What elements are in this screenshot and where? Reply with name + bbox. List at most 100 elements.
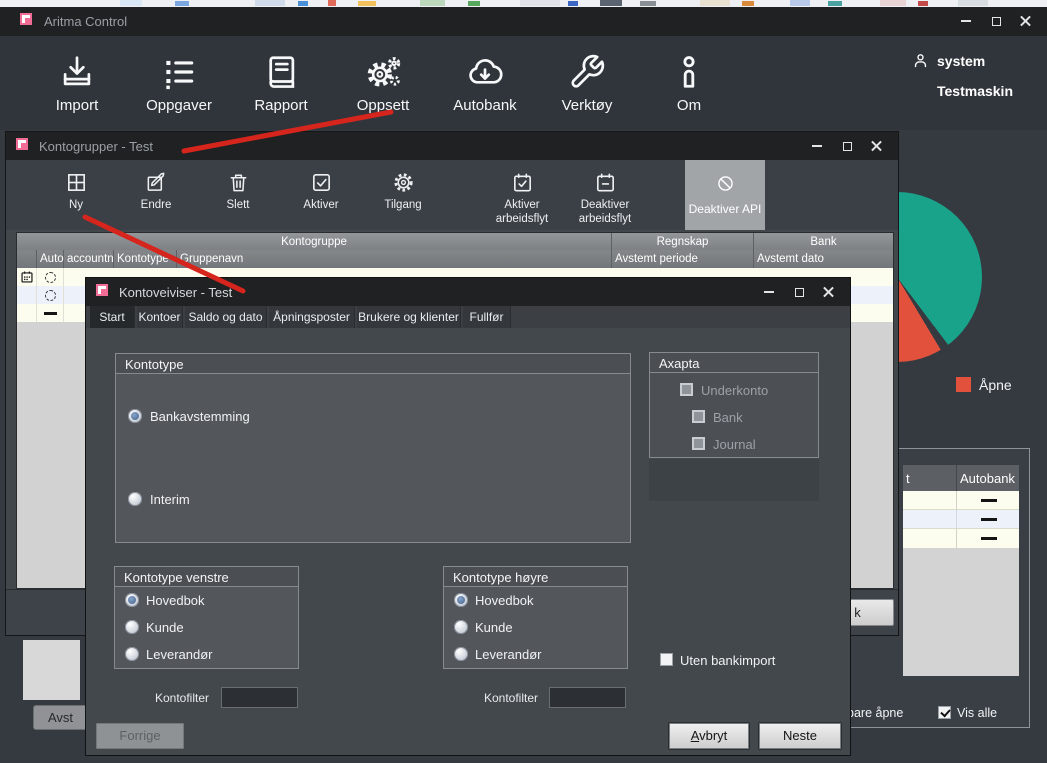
tab-fullfor[interactable]: Fullfør — [463, 306, 511, 328]
radio-hovedbok-venstre[interactable] — [125, 593, 139, 607]
toolbar-item-oppgaver[interactable]: Oppgaver — [137, 53, 221, 114]
toolbar-button-slett[interactable]: Slett — [200, 160, 276, 230]
maximize-button[interactable] — [981, 11, 1011, 31]
vis-alle-label: Vis alle — [957, 706, 997, 720]
wrench-icon — [568, 53, 606, 91]
toolbar-item-verktoy[interactable]: Verktøy — [545, 53, 629, 114]
settings-gears-icon — [364, 53, 402, 91]
neste-button[interactable]: Neste — [759, 723, 841, 749]
col-header-avstemt-dato[interactable]: Avstemt dato — [754, 250, 893, 268]
background-desktop-sliver — [0, 0, 1047, 7]
legend-swatch — [956, 377, 971, 392]
checkbox-label: Uten bankimport — [680, 653, 775, 668]
background-table-fragment — [23, 640, 80, 700]
toolbar-button-deaktiver-api[interactable]: Deaktiver API — [685, 160, 765, 230]
column-header-autobank[interactable]: Autobank — [957, 465, 1019, 491]
main-titlebar[interactable]: Aritma Control — [0, 7, 1047, 36]
toolbar-item-autobank[interactable]: Autobank — [443, 53, 527, 114]
kontoveiviser-titlebar[interactable]: Kontoveiviser - Test — [86, 278, 850, 306]
avbryt-button[interactable]: Avbryt — [669, 723, 749, 749]
groupbox-kontotype-hoyre: Kontotype høyre Hovedbok Kunde Leverandø… — [443, 566, 628, 669]
column-header-left[interactable]: t — [903, 465, 957, 491]
minimize-button[interactable] — [951, 11, 981, 31]
toolbar-item-label: Rapport — [254, 97, 307, 114]
maximize-button[interactable] — [784, 282, 814, 302]
close-button[interactable] — [1011, 11, 1041, 31]
col-header-avstemt-periode[interactable]: Avstemt periode — [612, 250, 754, 268]
toolbar-item-rapport[interactable]: Rapport — [239, 53, 323, 114]
table-row[interactable] — [903, 529, 1019, 548]
col-header-gruppenavn[interactable]: Gruppenavn — [177, 250, 612, 268]
toolbar-button-deaktiver-arbeidsflyt[interactable]: Deaktiver arbeidsflyt — [562, 160, 648, 230]
import-icon — [58, 53, 96, 91]
col-header-select[interactable] — [17, 250, 37, 268]
groupbox-kontotype: Kontotype Bankavstemming Interim — [115, 353, 631, 543]
pending-circle-icon — [45, 290, 56, 301]
tab-kontoer[interactable]: Kontoer — [137, 306, 183, 328]
toolbar-button-aktiver-arbeidsflyt[interactable]: Aktiver arbeidsflyt — [479, 160, 565, 230]
kontofilter-input-left[interactable] — [221, 687, 298, 708]
calendar-minus-icon — [594, 171, 617, 194]
toolbar-button-ny[interactable]: Ny — [38, 160, 114, 230]
check-square-icon — [310, 171, 333, 194]
machine-name: Testmaskin — [937, 83, 1013, 99]
tab-saldo-og-dato[interactable]: Saldo og dato — [185, 306, 267, 328]
tab-apningsposter[interactable]: Åpningsposter — [269, 306, 355, 328]
radio-interim[interactable] — [128, 492, 142, 506]
close-button[interactable] — [814, 282, 844, 302]
legend-label: Åpne — [979, 377, 1012, 393]
radio-kunde-hoyre[interactable] — [454, 620, 468, 634]
app-title: Aritma Control — [44, 14, 127, 29]
radio-kunde-venstre[interactable] — [125, 620, 139, 634]
toolbar-button-endre[interactable]: Endre — [118, 160, 194, 230]
slash-circle-icon — [715, 173, 736, 194]
toolbar-button-aktiver[interactable]: Aktiver — [283, 160, 359, 230]
groupbox-title: Kontotype høyre — [444, 567, 627, 587]
kontofilter-input-right[interactable] — [549, 687, 626, 708]
kontogrupper-titlebar[interactable]: Kontogrupper - Test — [6, 132, 898, 160]
shadow-patch — [649, 459, 819, 501]
checkbox-uten-bankimport[interactable] — [660, 653, 673, 666]
app-logo-icon — [96, 284, 108, 296]
checkbox-label: Journal — [713, 437, 756, 452]
groupbox-axapta: Axapta Underkonto Bank Journal — [649, 352, 819, 458]
radio-bankavstemming[interactable] — [128, 409, 142, 423]
kontogrupper-title: Kontogrupper - Test — [39, 139, 153, 154]
radio-label: Leverandør — [146, 647, 212, 662]
radio-leverandor-hoyre[interactable] — [454, 647, 468, 661]
radio-label: Hovedbok — [146, 593, 205, 608]
checkbox-journal — [692, 437, 705, 450]
group-header-regnskap[interactable]: Regnskap — [612, 233, 754, 250]
toolbar-item-om[interactable]: Om — [647, 53, 731, 114]
table-row[interactable] — [903, 510, 1019, 529]
toolbar-button-tilgang[interactable]: Tilgang — [365, 160, 441, 230]
new-grid-icon — [65, 171, 88, 194]
tab-start[interactable]: Start — [90, 306, 135, 328]
toolbar-item-import[interactable]: Import — [35, 53, 119, 114]
kontofilter-label-right: Kontofilter — [475, 691, 538, 705]
radio-label: Hovedbok — [475, 593, 534, 608]
radio-label: Leverandør — [475, 647, 541, 662]
toolbar-item-oppsett[interactable]: Oppsett — [341, 53, 425, 114]
radio-leverandor-venstre[interactable] — [125, 647, 139, 661]
user-name: system — [937, 53, 985, 69]
group-header-kontogruppe[interactable]: Kontogruppe — [17, 233, 612, 250]
kontoveiviser-window: Kontoveiviser - Test Start Kontoer Saldo… — [85, 277, 851, 756]
tab-brukere-og-klienter[interactable]: Brukere og klienter — [357, 306, 461, 328]
main-toolbar: Import Oppgaver Rapport — [0, 36, 1047, 130]
col-header-auto[interactable]: Auto... — [37, 250, 64, 268]
close-button[interactable] — [862, 136, 892, 156]
vis-alle-checkbox[interactable] — [938, 706, 951, 719]
maximize-button[interactable] — [832, 136, 862, 156]
minimize-button[interactable] — [754, 282, 784, 302]
forrige-button[interactable]: Forrige — [96, 723, 184, 749]
radio-hovedbok-hoyre[interactable] — [454, 593, 468, 607]
minimize-button[interactable] — [802, 136, 832, 156]
avstem-button-fragment[interactable]: Avst — [33, 705, 88, 730]
col-header-accountno[interactable]: accountno — [64, 250, 114, 268]
checkbox-bank — [692, 410, 705, 423]
group-header-bank[interactable]: Bank — [754, 233, 893, 250]
col-header-kontotype[interactable]: Kontotype — [114, 250, 177, 268]
table-row[interactable] — [903, 491, 1019, 510]
kontoveiviser-title: Kontoveiviser - Test — [119, 285, 232, 300]
